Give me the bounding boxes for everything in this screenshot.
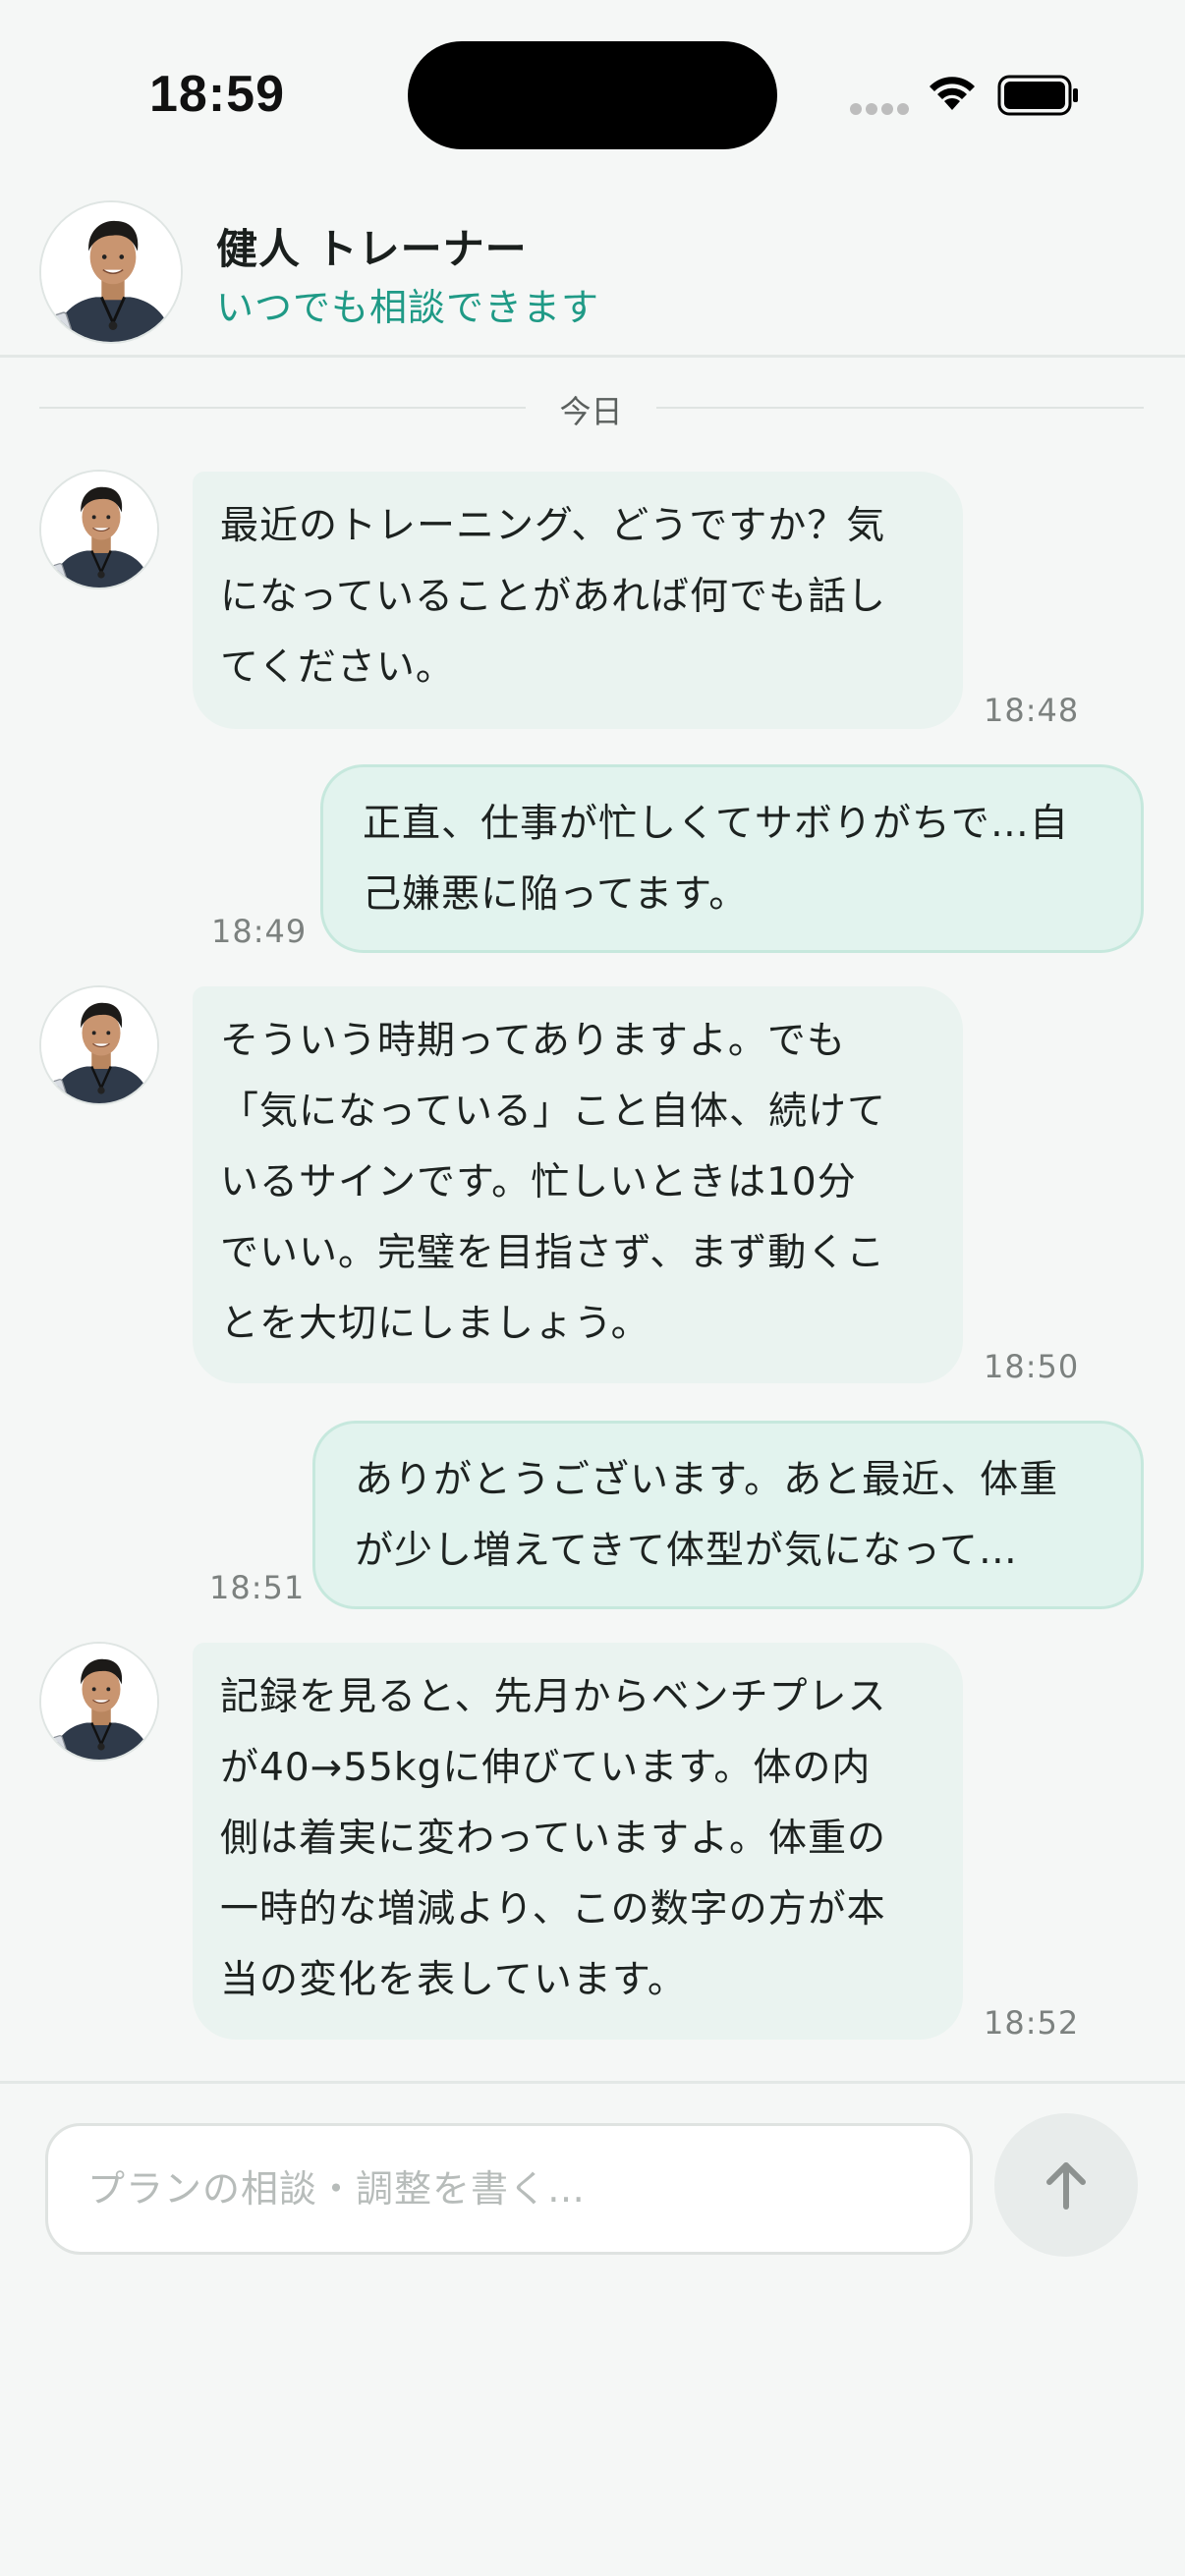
- message-time: 18:50: [984, 1348, 1080, 1385]
- message-time: 18:48: [984, 692, 1080, 729]
- message-bubble-trainer: 記録を見ると、先月からベンチプレス が40→55kgに伸びています。体の内 側は…: [193, 1643, 963, 2040]
- message-composer: [0, 2081, 1185, 2576]
- trainer-avatar[interactable]: [39, 985, 159, 1105]
- message-bubble-user: 正直、仕事が忙しくてサボりがちで…自 己嫌悪に陥ってます。: [320, 764, 1144, 953]
- message-bubble-trainer: そういう時期ってありますよ。でも 「気になっている」こと自体、続けて いるサイン…: [193, 986, 963, 1383]
- status-bar: 18:59: [0, 0, 1185, 187]
- trainer-status: いつでも相談できます: [216, 286, 600, 329]
- trainer-name: 健人 トレーナー: [216, 225, 528, 273]
- divider-line: [656, 407, 1144, 409]
- trainer-avatar[interactable]: [39, 200, 183, 344]
- wifi-icon: [930, 77, 975, 110]
- divider-line: [39, 407, 526, 409]
- status-time: 18:59: [149, 66, 285, 123]
- message-bubble-user: ありがとうございます。あと最近、体重 が少し増えてきて体型が気になって…: [312, 1421, 1144, 1609]
- arrow-up-icon: [1046, 2162, 1086, 2210]
- dynamic-island: [408, 41, 777, 149]
- message-time: 18:52: [984, 2004, 1080, 2042]
- trainer-avatar[interactable]: [39, 470, 159, 589]
- message-time: 18:51: [209, 1569, 306, 1606]
- message-time: 18:49: [211, 913, 308, 950]
- send-button[interactable]: [994, 2113, 1138, 2257]
- message-bubble-trainer: 最近のトレーニング、どうですか？気 になっていることがあれば何でも話し てくださ…: [193, 472, 963, 729]
- chat-header: 健人 トレーナー いつでも相談できます: [0, 187, 1185, 358]
- date-divider: 今日: [39, 383, 1144, 432]
- battery-icon: [997, 75, 1078, 116]
- message-input[interactable]: [45, 2123, 973, 2255]
- cellular-signal-icon: [850, 103, 909, 117]
- trainer-avatar[interactable]: [39, 1642, 159, 1762]
- date-label: 今日: [559, 393, 623, 430]
